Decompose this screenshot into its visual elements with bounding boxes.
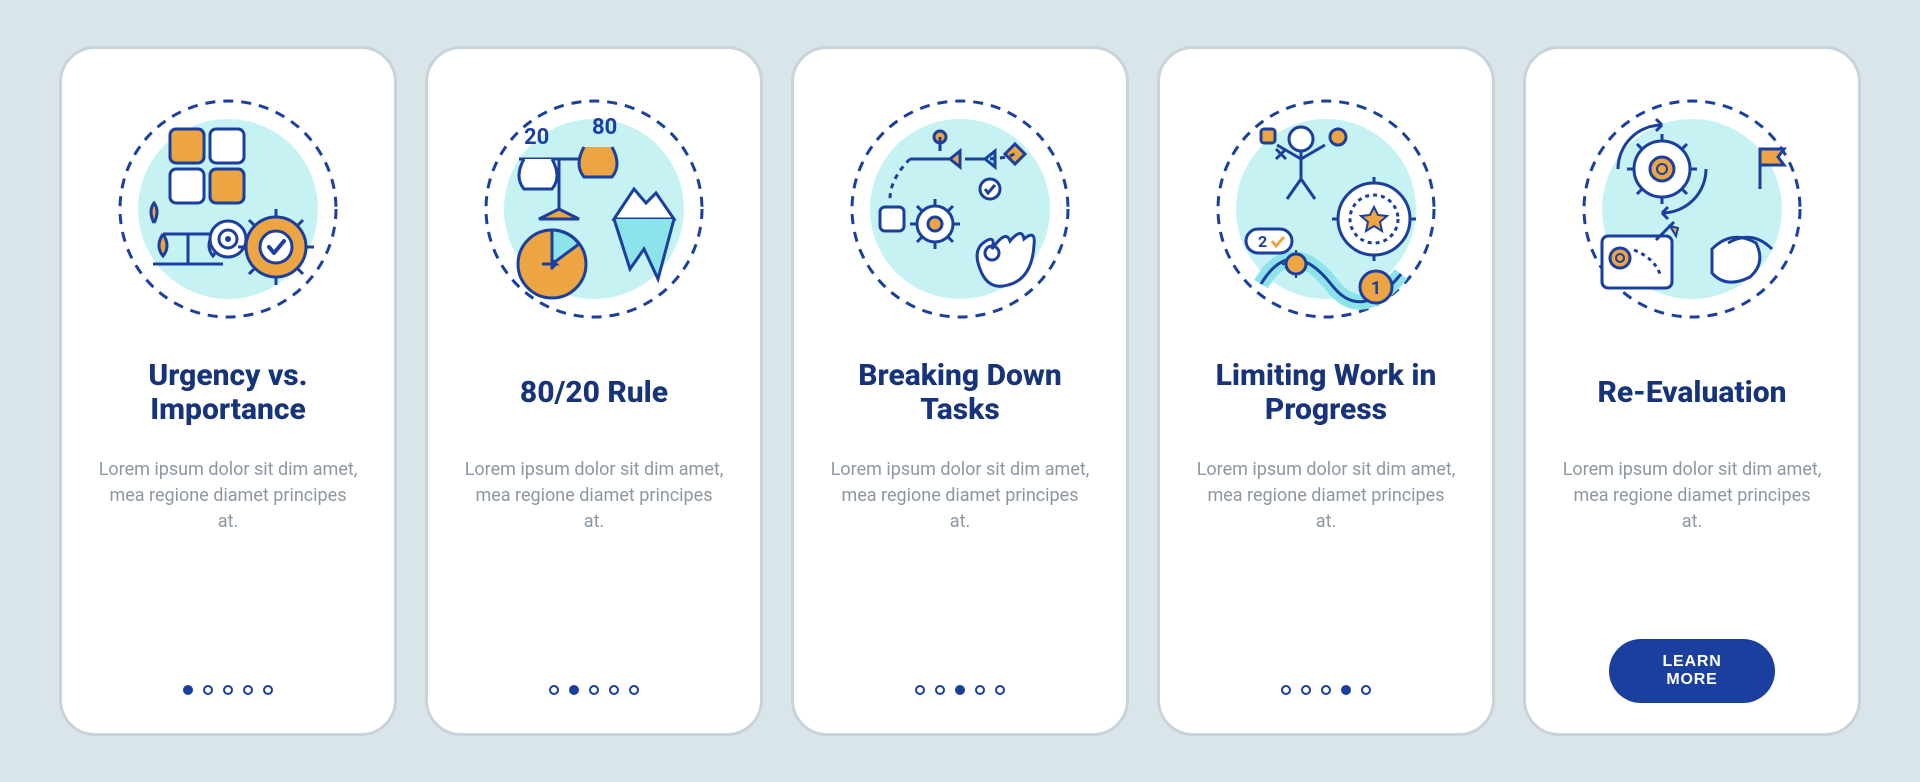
pager-dot-3[interactable] <box>955 685 965 695</box>
pager-dot-5[interactable] <box>629 685 639 695</box>
pager-dot-3[interactable] <box>1321 685 1331 695</box>
card-title: Re-Evaluation <box>1598 357 1787 429</box>
card-description: Lorem ipsum dolor sit dim amet, mea regi… <box>464 457 724 535</box>
onboarding-card-5: Re-Evaluation Lorem ipsum dolor sit dim … <box>1523 46 1861 736</box>
card-description: Lorem ipsum dolor sit dim amet, mea regi… <box>1196 457 1456 535</box>
pager-dot-5[interactable] <box>263 685 273 695</box>
svg-text:80: 80 <box>592 115 617 140</box>
learn-more-button[interactable]: LEARN MORE <box>1609 639 1775 703</box>
svg-text:2: 2 <box>1258 232 1267 251</box>
card-title: Urgency vs. Importance <box>92 357 364 429</box>
pager-dot-4[interactable] <box>609 685 619 695</box>
svg-text:20: 20 <box>524 125 549 150</box>
pager-dots <box>428 685 760 695</box>
pager-dot-4[interactable] <box>243 685 253 695</box>
urgency-importance-illustration <box>108 89 348 329</box>
pager-dots <box>794 685 1126 695</box>
pager-dot-5[interactable] <box>995 685 1005 695</box>
pager-dot-4[interactable] <box>1341 685 1351 695</box>
onboarding-card-3: Breaking Down Tasks Lorem ipsum dolor si… <box>791 46 1129 736</box>
card-title: 80/20 Rule <box>520 357 668 429</box>
pager-dot-2[interactable] <box>569 685 579 695</box>
onboarding-card-2: 20 80 80/20 Rule Lorem ipsum dolor sit d… <box>425 46 763 736</box>
card-description: Lorem ipsum dolor sit dim amet, mea regi… <box>98 457 358 535</box>
pareto-80-20-illustration: 20 80 <box>474 89 714 329</box>
pager-dot-1[interactable] <box>549 685 559 695</box>
pager-dot-2[interactable] <box>1301 685 1311 695</box>
pager-dot-5[interactable] <box>1361 685 1371 695</box>
pager-dot-1[interactable] <box>183 685 193 695</box>
card-title: Breaking Down Tasks <box>824 357 1096 429</box>
card-description: Lorem ipsum dolor sit dim amet, mea regi… <box>1562 457 1822 535</box>
re-evaluation-illustration <box>1572 89 1812 329</box>
card-title: Limiting Work in Progress <box>1190 357 1462 429</box>
onboarding-card-4: 1 2 Limiting Work in Progress Lorem ipsu… <box>1157 46 1495 736</box>
pager-dot-3[interactable] <box>223 685 233 695</box>
breaking-tasks-illustration <box>840 89 1080 329</box>
onboarding-card-1: Urgency vs. Importance Lorem ipsum dolor… <box>59 46 397 736</box>
pager-dot-1[interactable] <box>1281 685 1291 695</box>
pager-dot-2[interactable] <box>935 685 945 695</box>
card-description: Lorem ipsum dolor sit dim amet, mea regi… <box>830 457 1090 535</box>
pager-dots <box>1160 685 1492 695</box>
pager-dot-3[interactable] <box>589 685 599 695</box>
pager-dots <box>62 685 394 695</box>
pager-dot-1[interactable] <box>915 685 925 695</box>
pager-dot-2[interactable] <box>203 685 213 695</box>
limiting-wip-illustration: 1 2 <box>1206 89 1446 329</box>
svg-text:1: 1 <box>1371 278 1381 299</box>
pager-dot-4[interactable] <box>975 685 985 695</box>
